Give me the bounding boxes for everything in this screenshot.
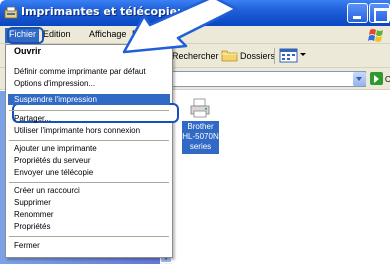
menu-item-print-options[interactable]: Options d'impression... <box>14 79 95 88</box>
printer-label-line: series <box>189 142 212 151</box>
menu-edition[interactable]: Edition <box>43 29 71 39</box>
menu-item-close[interactable]: Fermer <box>14 241 40 250</box>
menu-separator <box>9 236 169 237</box>
fichier-callout <box>7 27 44 44</box>
address-dropdown-button[interactable] <box>353 72 366 86</box>
menu-outils[interactable]: O <box>165 29 172 39</box>
file-menu: Ouvrir Options d'impression... Définir c… <box>5 44 179 258</box>
menu-separator <box>9 140 169 141</box>
menu-item-add-printer[interactable]: Ajouter une imprimante <box>14 144 97 153</box>
menu-affichage[interactable]: Affichage <box>89 29 126 39</box>
menu-item-suspend[interactable]: Suspendre l'impression <box>14 95 97 104</box>
menu-bar: Fichier Edition Affichage Favoris O <box>0 26 390 44</box>
printer-label-line: Brother <box>187 122 214 131</box>
menu-separator <box>9 182 169 183</box>
views-dropdown-arrow[interactable] <box>300 53 306 56</box>
menu-item-create-shortcut[interactable]: Créer un raccourci <box>14 186 80 195</box>
menu-item-send-fax[interactable]: Envoyer une télécopie <box>14 168 93 177</box>
minimize-button[interactable] <box>347 3 368 23</box>
menu-item-set-default[interactable]: Définir comme imprimante par défaut <box>14 67 146 76</box>
menu-separator <box>9 110 169 111</box>
menu-item-open[interactable]: Ouvrir <box>14 46 41 56</box>
printer-label-line: HL-5070N <box>182 132 219 141</box>
printer-folder-icon <box>4 6 18 19</box>
printer-icon[interactable] <box>189 97 211 119</box>
address-field[interactable] <box>166 71 366 87</box>
menu-favoris[interactable]: Favoris <box>132 29 162 39</box>
menu-item-share[interactable]: Partager... <box>14 114 51 123</box>
printer-item-label[interactable]: Brother HL-5070N series <box>182 121 219 154</box>
menu-item-use-offline[interactable]: Utiliser l'imprimante hors connexion <box>14 126 140 135</box>
go-arrow-icon[interactable] <box>370 72 383 85</box>
toolbar-divider <box>274 48 275 64</box>
folders-button[interactable]: Dossiers <box>240 51 275 61</box>
search-button[interactable]: Rechercher <box>172 51 219 61</box>
views-icon[interactable] <box>279 48 298 63</box>
maximize-button[interactable] <box>369 3 390 23</box>
menu-item-rename[interactable]: Renommer <box>14 210 54 219</box>
folder-icon <box>221 50 238 62</box>
windows-logo-icon <box>368 29 383 42</box>
title-bar: Imprimantes et télécopieurs <box>0 0 390 26</box>
menu-item-properties[interactable]: Propriétés <box>14 222 50 231</box>
go-button-label[interactable]: OK <box>385 75 390 84</box>
menu-item-delete[interactable]: Supprimer <box>14 198 51 207</box>
menu-item-server-properties[interactable]: Propriétés du serveur <box>14 156 90 165</box>
window-title: Imprimantes et télécopieurs <box>21 5 197 18</box>
